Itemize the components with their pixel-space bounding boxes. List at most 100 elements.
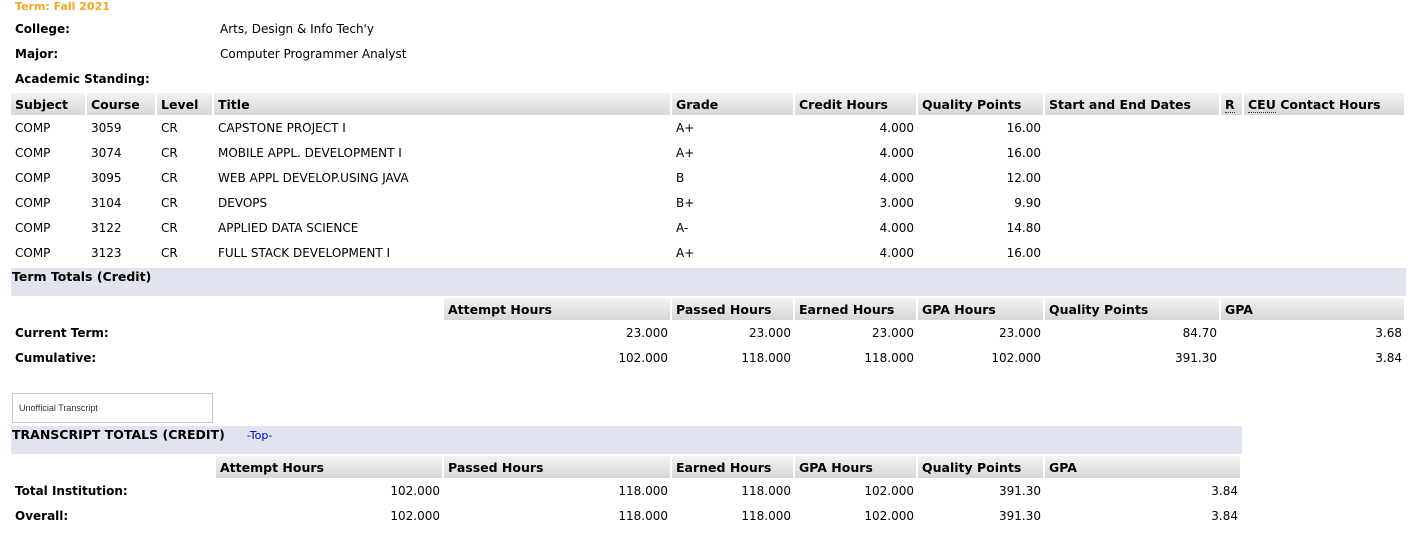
table-row: COMP 3104 CR DEVOPS B+ 3.000 9.90: [11, 190, 1406, 215]
header-contact-hours: Contact Hours: [1280, 96, 1381, 112]
header-subject: Subject: [11, 93, 87, 115]
cell-ceu: [1244, 165, 1406, 190]
cell-gpa: 3.84: [1211, 483, 1238, 498]
cell-subject: COMP: [15, 220, 51, 235]
transcript-totals-table: Attempt Hours Passed Hours Earned Hours …: [11, 456, 1242, 528]
cell-subject: COMP: [15, 195, 51, 210]
term-totals-band: Term Totals (Credit): [11, 268, 1406, 296]
header-quality-points: Quality Points: [918, 456, 1045, 478]
cell-gpa: 3.84: [1211, 508, 1238, 523]
cell-gpa-hours: 102.000: [864, 483, 914, 498]
cell-quality-points: 16.00: [1006, 145, 1041, 160]
table-row: Cumulative: 102.000 118.000 118.000 102.…: [11, 345, 1406, 370]
header-passed-hours: Passed Hours: [444, 456, 672, 478]
cell-quality-points: 391.30: [1175, 350, 1217, 365]
cell-quality-points: 391.30: [999, 483, 1041, 498]
table-row: COMP 3123 CR FULL STACK DEVELOPMENT I A+…: [11, 240, 1406, 265]
cell-attempt-hours: 23.000: [626, 325, 668, 340]
cell-course: 3123: [91, 245, 122, 260]
cell-passed-hours: 118.000: [741, 350, 791, 365]
academic-standing-label: Academic Standing:: [15, 72, 150, 86]
cell-r: [1221, 190, 1244, 215]
header-r: R: [1221, 93, 1244, 115]
cell-level: CR: [161, 145, 178, 160]
cell-subject: COMP: [15, 170, 51, 185]
cell-earned-hours: 118.000: [741, 483, 791, 498]
cell-course: 3059: [91, 120, 122, 135]
cell-earned-hours: 118.000: [741, 508, 791, 523]
table-row: Current Term: 23.000 23.000 23.000 23.00…: [11, 320, 1406, 345]
header-course: Course: [87, 93, 157, 115]
cell-title: WEB APPL DEVELOP.USING JAVA: [218, 170, 409, 185]
table-row: Overall: 102.000 118.000 118.000 102.000…: [11, 503, 1242, 528]
header-quality-points: Quality Points: [918, 93, 1045, 115]
header-ceu-abbr: CEU: [1248, 96, 1276, 113]
top-link[interactable]: -Top-: [247, 429, 273, 442]
header-passed-hours: Passed Hours: [672, 298, 795, 320]
cell-dates: [1045, 165, 1221, 190]
cell-subject: COMP: [15, 145, 51, 160]
cell-grade: B+: [676, 195, 695, 210]
cell-level: CR: [161, 245, 178, 260]
unofficial-transcript-button[interactable]: Unofficial Transcript: [12, 393, 213, 423]
header-attempt-hours: Attempt Hours: [216, 456, 444, 478]
term-totals-table: Attempt Hours Passed Hours Earned Hours …: [11, 298, 1406, 370]
cell-passed-hours: 118.000: [618, 508, 668, 523]
cell-subject: COMP: [15, 245, 51, 260]
header-gpa-hours: GPA Hours: [795, 456, 918, 478]
cell-level: CR: [161, 195, 178, 210]
cell-level: CR: [161, 170, 178, 185]
cell-r: [1221, 240, 1244, 265]
cell-grade: A-: [676, 220, 689, 235]
cell-title: DEVOPS: [218, 195, 268, 210]
cell-dates: [1045, 240, 1221, 265]
cell-r: [1221, 115, 1244, 140]
cell-title: MOBILE APPL. DEVELOPMENT I: [218, 145, 402, 160]
cell-dates: [1045, 215, 1221, 240]
cell-gpa-hours: 23.000: [999, 325, 1041, 340]
header-gpa: GPA: [1221, 298, 1406, 320]
transcript-totals-header: Attempt Hours Passed Hours Earned Hours …: [11, 456, 1242, 478]
course-table-header: Subject Course Level Title Grade Credit …: [11, 93, 1406, 115]
cell-r: [1221, 215, 1244, 240]
header-gpa: GPA: [1045, 456, 1242, 478]
header-start-end-dates: Start and End Dates: [1045, 93, 1221, 115]
cell-grade: B: [676, 170, 685, 185]
cell-r: [1221, 165, 1244, 190]
cell-quality-points: 9.90: [1014, 195, 1041, 210]
cell-grade: A+: [676, 120, 695, 135]
header-credit-hours: Credit Hours: [795, 93, 918, 115]
term-totals-header: Attempt Hours Passed Hours Earned Hours …: [11, 298, 1406, 320]
course-table: Subject Course Level Title Grade Credit …: [11, 93, 1406, 265]
cell-gpa: 3.68: [1375, 325, 1402, 340]
header-attempt-hours: Attempt Hours: [444, 298, 672, 320]
cell-quality-points: 16.00: [1006, 245, 1041, 260]
term-title: Term: Fall 2021: [15, 0, 110, 13]
row-label-overall: Overall:: [15, 508, 69, 523]
header-quality-points: Quality Points: [1045, 298, 1221, 320]
cell-course: 3104: [91, 195, 122, 210]
cell-attempt-hours: 102.000: [390, 483, 440, 498]
cell-ceu: [1244, 140, 1406, 165]
cell-attempt-hours: 102.000: [618, 350, 668, 365]
cell-title: FULL STACK DEVELOPMENT I: [218, 245, 391, 260]
college-value: Arts, Design & Info Tech'y: [220, 22, 374, 36]
cell-level: CR: [161, 120, 178, 135]
transcript-totals-title: TRANSCRIPT TOTALS (CREDIT): [12, 427, 225, 442]
cell-dates: [1045, 190, 1221, 215]
cell-dates: [1045, 115, 1221, 140]
term-totals-title: Term Totals (Credit): [12, 269, 152, 284]
cell-ceu: [1244, 215, 1406, 240]
header-r-abbr: R: [1225, 96, 1235, 113]
cell-grade: A+: [676, 145, 695, 160]
cell-attempt-hours: 102.000: [390, 508, 440, 523]
cell-ceu: [1244, 115, 1406, 140]
header-ceu-contact-hours: CEU Contact Hours: [1244, 93, 1406, 115]
cell-earned-hours: 23.000: [872, 325, 914, 340]
header-title: Title: [214, 93, 672, 115]
cell-quality-points: 16.00: [1006, 120, 1041, 135]
cell-level: CR: [161, 220, 178, 235]
cell-earned-hours: 118.000: [864, 350, 914, 365]
major-label: Major:: [15, 47, 59, 61]
table-row: COMP 3074 CR MOBILE APPL. DEVELOPMENT I …: [11, 140, 1406, 165]
